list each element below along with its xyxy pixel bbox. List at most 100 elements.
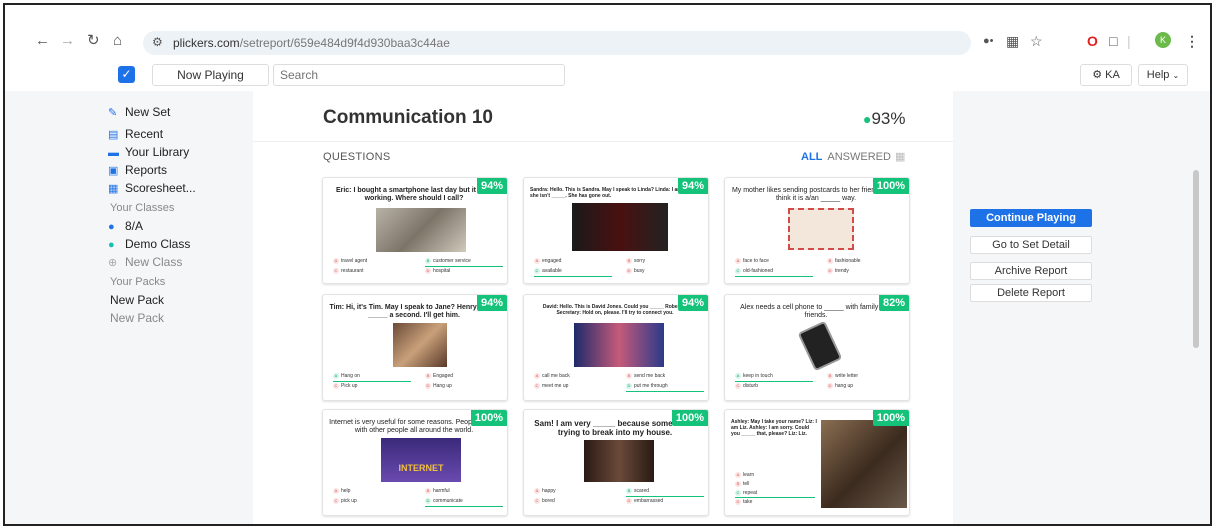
choice-d: Dbusy — [626, 268, 645, 274]
sidebar-label: New Set — [125, 105, 171, 119]
sidebar-recent[interactable]: ▤ Recent — [108, 127, 163, 141]
choice-a: Aengaged — [534, 258, 562, 264]
help-label: Help — [1146, 69, 1170, 81]
question-card[interactable]: Sandra: Hello. This is Sandra. May I spe… — [523, 177, 709, 284]
correct-underline — [425, 266, 503, 267]
question-text: David: Hello. This is David Jones. Could… — [542, 304, 688, 316]
question-image — [574, 323, 664, 367]
choice-b: Btell — [735, 481, 750, 487]
choice-d: Dcommunicate — [425, 498, 463, 504]
score-value: 93% — [871, 109, 906, 128]
question-card[interactable]: Sam! I am very _____ because someone is … — [523, 409, 709, 516]
card-percent-badge: 100% — [470, 410, 507, 426]
choice-a: Aface to face — [735, 258, 769, 264]
choice-c: C Pick up — [333, 383, 358, 389]
filter-answered[interactable]: ANSWERED — [827, 151, 891, 163]
choice-b: Bharmful — [425, 488, 450, 494]
choice-c: Cavailable — [534, 268, 562, 274]
forward-icon[interactable]: → — [60, 33, 75, 49]
question-card[interactable]: Alex needs a cell phone to _____ with fa… — [724, 294, 910, 401]
correct-underline — [626, 496, 704, 497]
go-to-set-detail-button[interactable]: Go to Set Detail — [970, 236, 1092, 254]
home-icon[interactable]: ⌂ — [113, 33, 122, 49]
sidebar-new-pack[interactable]: New Pack — [110, 311, 164, 325]
question-text: Alex needs a cell phone to _____ with fa… — [740, 304, 892, 319]
plickers-logo-icon[interactable]: ✓ — [118, 66, 135, 83]
choice-a: Ahappy — [534, 488, 556, 494]
sidebar-new-set[interactable]: ✎ New Set — [108, 105, 170, 119]
card-percent-badge: 100% — [872, 410, 909, 426]
choice-d: Dembarrassed — [626, 498, 664, 504]
sidebar-label: 8/A — [125, 219, 144, 233]
extensions-puzzle-icon[interactable]: □ — [1109, 33, 1117, 49]
report-actions-panel: Continue Playing Go to Set Detail Archiv… — [953, 91, 1210, 524]
bookmark-star-icon[interactable]: ☆ — [1030, 33, 1043, 49]
card-percent-badge: 94% — [476, 178, 507, 194]
sidebar-class-demo[interactable]: ● Demo Class — [108, 237, 190, 251]
choice-b: Bscared — [626, 488, 650, 494]
report-main: Communication 10 ●93% QUESTIONS ALL ANSWE… — [253, 91, 953, 524]
sidebar-class-8a[interactable]: ● 8/A — [108, 219, 143, 233]
question-card[interactable]: Tim: Hi, it's Tim. May I speak to Jane? … — [322, 294, 508, 401]
now-playing-button[interactable]: Now Playing — [152, 64, 269, 86]
grid-view-icon[interactable]: ▦ — [895, 151, 905, 163]
account-button[interactable]: ⚙ KA — [1080, 64, 1132, 86]
choice-d: Dtrendy — [827, 268, 849, 274]
correct-underline — [735, 497, 815, 498]
class-dot-icon: ● — [108, 221, 115, 233]
sidebar-label: Demo Class — [125, 237, 191, 251]
browser-window: ← → ↻ ⌂ ⚙ plickers.com/setreport/659e484… — [3, 3, 1212, 526]
choice-a: Ahelp — [333, 488, 351, 494]
sidebar-pack[interactable]: New Pack — [110, 293, 164, 307]
card-percent-badge: 100% — [671, 410, 708, 426]
search-input[interactable] — [273, 64, 565, 86]
site-info-icon[interactable]: ⚙ — [152, 35, 163, 49]
sidebar-scoresheet[interactable]: ▦ Scoresheet... — [108, 181, 196, 195]
question-image — [788, 208, 854, 250]
account-initials: KA — [1105, 69, 1120, 81]
translate-icon[interactable]: ▦ — [1006, 33, 1019, 49]
app-header: ✓ Now Playing ⚙ KA Help ⌄ — [5, 62, 1210, 88]
internet-image: INTERNET — [381, 438, 461, 482]
card-percent-badge: 94% — [677, 295, 708, 311]
choice-a: Acall me back — [534, 373, 570, 379]
question-card[interactable]: My mother likes sending postcards to her… — [724, 177, 910, 284]
sidebar-label: Reports — [125, 163, 168, 177]
sidebar-library[interactable]: ▬ Your Library — [108, 145, 189, 159]
choice-a: Akeep in touch — [735, 373, 773, 379]
question-card[interactable]: Eric: I bought a smartphone last day but… — [322, 177, 508, 284]
card-percent-badge: 94% — [476, 295, 507, 311]
choice-a: A Hang on — [333, 373, 360, 379]
page-title: Communication 10 — [323, 107, 493, 128]
password-key-icon[interactable]: ●• — [983, 33, 994, 49]
sidebar-reports[interactable]: ▣ Reports — [108, 163, 167, 177]
question-image — [572, 203, 668, 251]
help-button[interactable]: Help ⌄ — [1138, 64, 1188, 86]
profile-avatar[interactable]: K — [1155, 32, 1171, 48]
scrollbar[interactable] — [1193, 170, 1199, 348]
choice-a: Alearn — [735, 472, 755, 478]
choice-d: Dput me through — [626, 383, 668, 389]
question-image — [393, 323, 447, 367]
continue-playing-button[interactable]: Continue Playing — [970, 209, 1092, 227]
browser-menu-icon[interactable]: ⋮ — [1185, 33, 1199, 49]
back-icon[interactable]: ← — [35, 33, 50, 49]
choice-b: B Engaged — [425, 373, 454, 379]
choice-d: Dtake — [735, 499, 753, 505]
divider — [253, 141, 953, 142]
sidebar-new-class[interactable]: ⊕ New Class — [108, 255, 182, 269]
reload-icon[interactable]: ↻ — [87, 33, 100, 49]
delete-report-button[interactable]: Delete Report — [970, 284, 1092, 302]
choice-c: Cmeet me up — [534, 383, 569, 389]
question-card[interactable]: Ashley: May I take your name? Liz: I am … — [724, 409, 910, 516]
choice-d: Dhospital — [425, 268, 451, 274]
question-card[interactable]: David: Hello. This is David Jones. Could… — [523, 294, 709, 401]
question-image — [376, 208, 466, 252]
opera-extension-icon[interactable]: O — [1087, 33, 1098, 49]
archive-report-button[interactable]: Archive Report — [970, 262, 1092, 280]
filter-all[interactable]: ALL — [801, 151, 822, 163]
address-bar[interactable]: ⚙ plickers.com/setreport/659e484d9f4d930… — [143, 31, 971, 55]
question-card[interactable]: Internet is very useful for some reasons… — [322, 409, 508, 516]
question-text: Sandra: Hello. This is Sandra. May I spe… — [530, 187, 697, 199]
questions-heading: QUESTIONS — [323, 151, 391, 163]
